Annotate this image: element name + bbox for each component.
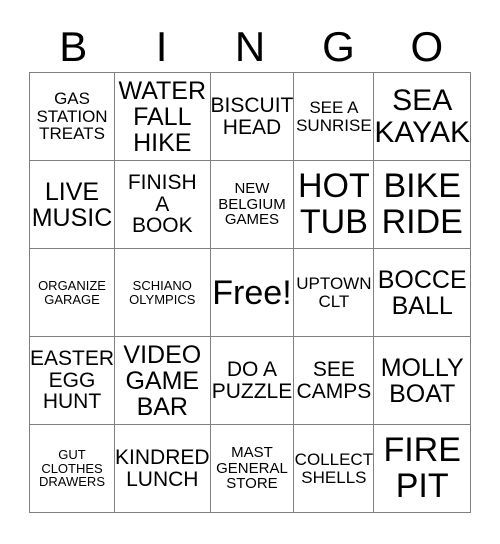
bingo-card: BINGO GAS STATION TREATS WATER FALL HIKE B… [0, 0, 500, 544]
bingo-cell[interactable]: HOT TUB [294, 161, 375, 249]
bingo-cell-label: COLLECT SHELLS [294, 449, 374, 487]
bingo-cell-label: Free! [212, 273, 292, 312]
bingo-cell-label: UPTOWN CLT [296, 273, 372, 311]
bingo-cell[interactable]: LIVE MUSIC [30, 161, 116, 249]
bingo-header-letter-b: B [59, 23, 88, 70]
bingo-header: BINGO [29, 14, 471, 70]
bingo-cell[interactable]: ORGANIZE GARAGE [30, 249, 116, 337]
bingo-cell[interactable]: GUT CLOTHES DRAWERS [30, 425, 116, 513]
bingo-cell-label: LIVE MUSIC [31, 177, 113, 232]
bingo-cell-label: SEA KAYAK [374, 84, 470, 149]
bingo-header-letter-i: I [155, 23, 168, 70]
bingo-cell[interactable]: COLLECT SHELLS [294, 425, 375, 513]
bingo-cell[interactable]: VIDEO GAME BAR [115, 337, 211, 425]
bingo-cell[interactable]: BOCCE BALL [374, 249, 471, 337]
bingo-cell[interactable]: DO A PUZZLE [210, 337, 295, 425]
bingo-cell[interactable]: WATER FALL HIKE [115, 73, 211, 161]
bingo-cell-label: DO A PUZZLE [211, 357, 293, 403]
bingo-header-letter-o: O [410, 23, 444, 70]
bingo-cell[interactable]: UPTOWN CLT [294, 249, 375, 337]
bingo-cell[interactable]: MOLLY BOAT [374, 337, 471, 425]
bingo-cell-label: EASTER EGG HUNT [30, 346, 115, 414]
bingo-cell[interactable]: GAS STATION TREATS [30, 73, 116, 161]
bingo-cell-label: FIRE PIT [383, 431, 461, 505]
bingo-cell[interactable]: SEE A SUNRISE [294, 73, 375, 161]
bingo-cell-label: BIKE RIDE [381, 167, 463, 241]
bingo-cell-label: MOLLY BOAT [380, 353, 464, 408]
bingo-cell-label: GAS STATION TREATS [36, 88, 108, 144]
bingo-cell-label: VIDEO GAME BAR [123, 340, 202, 421]
bingo-free-space[interactable]: Free! [210, 249, 295, 337]
bingo-cell-label: SEE CAMPS [296, 357, 372, 403]
bingo-cell-label: NEW BELGIUM GAMES [218, 180, 286, 229]
bingo-cell-label: WATER FALL HIKE [118, 76, 207, 157]
bingo-cell-label: FINISH A BOOK [127, 170, 197, 238]
bingo-cell-label: BISCUIT HEAD [210, 93, 294, 139]
bingo-cell-label: SEE A SUNRISE [296, 97, 372, 135]
bingo-cell[interactable]: SEA KAYAK [374, 73, 471, 161]
bingo-cell-label: BOCCE BALL [377, 265, 467, 320]
bingo-cell-label: GUT CLOTHES DRAWERS [39, 447, 105, 490]
bingo-header-letter-n: N [234, 23, 266, 70]
bingo-header-letter-g: G [322, 23, 355, 70]
bingo-cell[interactable]: EASTER EGG HUNT [30, 337, 116, 425]
bingo-cell-label: ORGANIZE GARAGE [38, 277, 106, 307]
bingo-cell[interactable]: BISCUIT HEAD [210, 73, 295, 161]
bingo-cell[interactable]: SEE CAMPS [294, 337, 375, 425]
bingo-cell[interactable]: KINDRED LUNCH [115, 425, 211, 513]
bingo-cell-label: MAST GENERAL STORE [216, 444, 288, 493]
bingo-cell-label: HOT TUB [298, 167, 370, 241]
bingo-grid: GAS STATION TREATS WATER FALL HIKE BISCUIT… [29, 72, 471, 513]
bingo-cell-label: SCHIANO OLYMPICS [129, 277, 196, 307]
bingo-cell[interactable]: FIRE PIT [374, 425, 471, 513]
bingo-cell[interactable]: FINISH A BOOK [115, 161, 211, 249]
bingo-cell[interactable]: NEW BELGIUM GAMES [210, 161, 295, 249]
bingo-cell[interactable]: BIKE RIDE [374, 161, 471, 249]
bingo-cell-label: KINDRED LUNCH [115, 445, 210, 491]
bingo-cell[interactable]: SCHIANO OLYMPICS [115, 249, 211, 337]
bingo-cell[interactable]: MAST GENERAL STORE [210, 425, 295, 513]
